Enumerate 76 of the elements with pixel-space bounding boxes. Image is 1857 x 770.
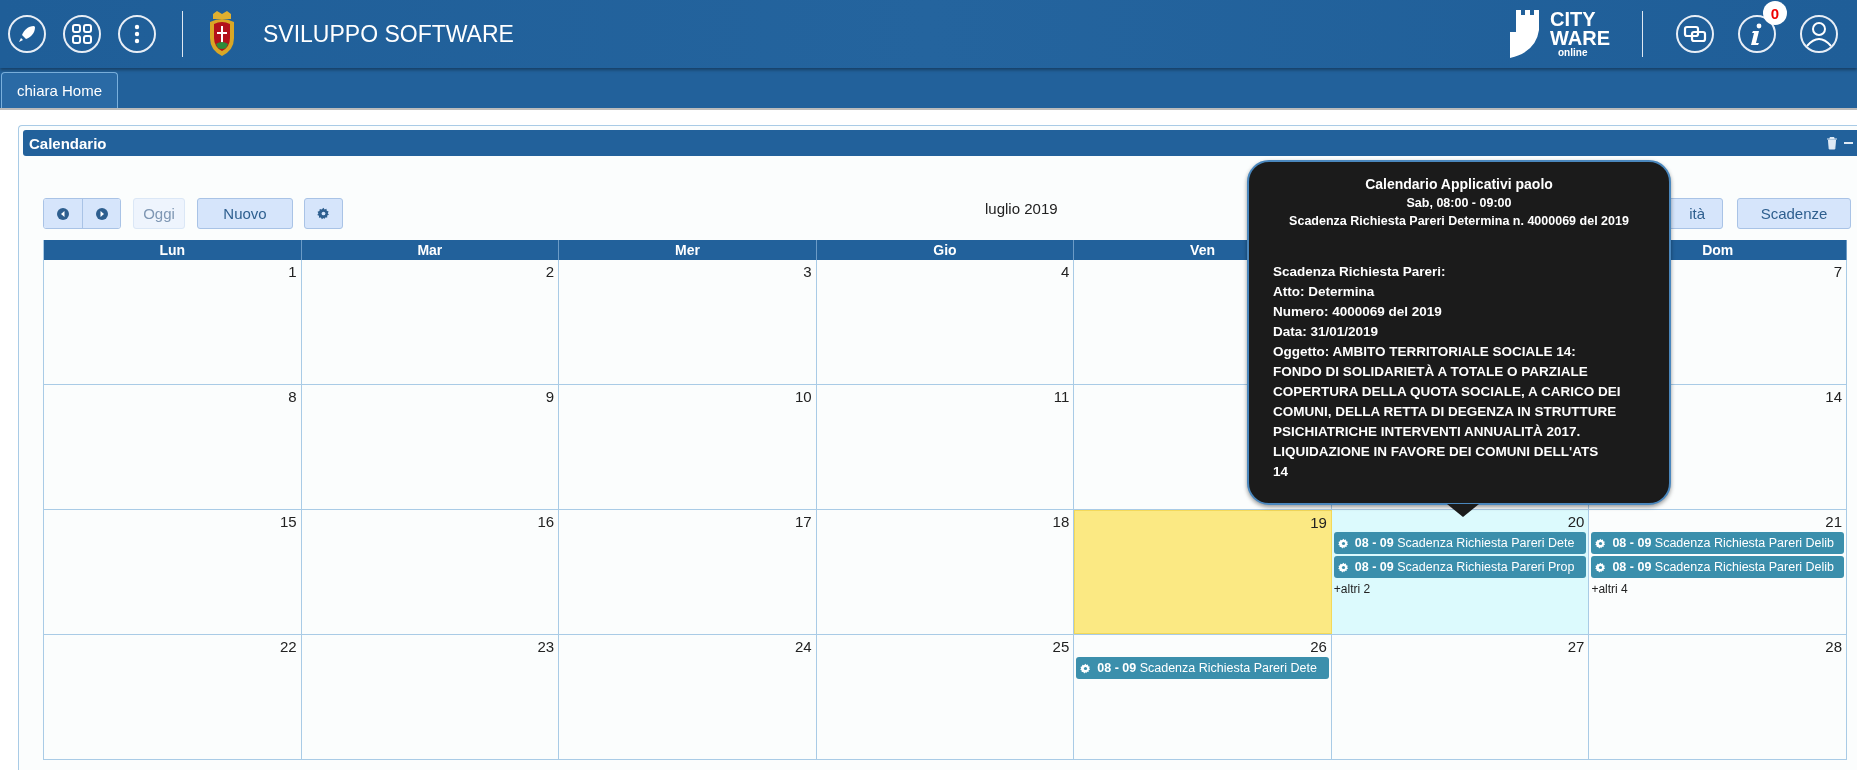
grid-icon[interactable] [62, 14, 102, 54]
weekday-header: Mar [417, 242, 443, 258]
windows-icon[interactable] [1675, 14, 1715, 54]
calendar-event[interactable]: 08 - 09 Scadenza Richiesta Pareri Prop [1333, 556, 1587, 578]
day-number: 16 [537, 512, 555, 530]
day-number: 2 [545, 262, 555, 280]
day-number: 20 [1567, 512, 1585, 530]
weekday-header: Lun [159, 242, 186, 258]
day-number: 22 [279, 637, 297, 655]
calendar-event[interactable]: 08 - 09 Scadenza Richiesta Pareri Delib [1591, 532, 1844, 554]
day-number: 4 [1060, 262, 1070, 280]
day-number: 11 [1053, 387, 1070, 405]
day-number: 27 [1567, 637, 1585, 655]
gear-icon [1595, 537, 1607, 549]
tooltip-line: FONDO DI SOLIDARIETÀ A TOTALE O PARZIALE [1273, 363, 1589, 381]
gear-icon [1337, 537, 1349, 549]
day-number: 21 [1825, 512, 1842, 530]
view-button[interactable]: Scadenze [1737, 198, 1851, 229]
calendar-event[interactable]: 08 - 09 Scadenza Richiesta Pareri Delib [1591, 556, 1844, 578]
more-link[interactable]: +altri 2 [1333, 582, 1371, 596]
day-number: 17 [795, 512, 812, 530]
tooltip-line: 14 [1273, 463, 1290, 481]
day-number: 7 [1833, 262, 1842, 280]
day-number: 25 [1052, 637, 1070, 655]
day-number: 19 [1310, 513, 1327, 531]
day-cell[interactable]: 20 08 - 09 Scadenza Richiesta Pareri Dete 08 - 09 Scadenza Richiesta Pareri Prop +altri 2 [1331, 510, 1590, 634]
day-number: 15 [279, 512, 297, 530]
day-number: 24 [795, 637, 812, 655]
tooltip-line: COMUNI, DELLA RETTA DI DEGENZA IN STRUTTURE [1273, 403, 1618, 421]
weekday-header: Mer [674, 242, 700, 258]
day-number: 26 [1310, 637, 1327, 655]
new-button[interactable]: Nuovo [197, 198, 293, 229]
day-number: 10 [795, 387, 812, 405]
tooltip-title: Calendario Applicativi paolo [1364, 176, 1554, 192]
day-number: 14 [1825, 387, 1842, 405]
rocket-icon[interactable] [7, 14, 47, 54]
day-number: 23 [537, 637, 555, 655]
tooltip-line: Data: 31/01/2019 [1273, 323, 1380, 341]
panel-title: Calendario [29, 134, 107, 152]
weekday-header: Gio [933, 242, 957, 258]
tooltip-line: Numero: 4000069 del 2019 [1273, 303, 1443, 321]
tooltip-time: Sab, 08:00 - 09:00 [1405, 196, 1513, 210]
previous-button[interactable] [44, 199, 82, 228]
app-title: SVILUPPO SOFTWARE [263, 20, 514, 48]
gear-icon [1080, 662, 1092, 674]
tooltip-line: Atto: Determina [1273, 283, 1376, 301]
day-number: 3 [803, 262, 812, 280]
crest-icon [208, 10, 236, 58]
tooltip-line: PSICHIATRICHE INTERVENTI ANNUALITÀ 2017. [1273, 423, 1582, 441]
day-cell[interactable]: 19 [1074, 510, 1332, 634]
period-title: luglio 2019 [985, 200, 1058, 217]
tooltip-line: Oggetto: AMBITO TERRITORIALE SOCIALE 14: [1273, 343, 1577, 361]
tooltip-line: LIQUIDAZIONE IN FAVORE DEI COMUNI DELL'ATS [1273, 443, 1600, 461]
day-number: 28 [1825, 637, 1842, 655]
user-icon[interactable] [1799, 14, 1839, 54]
gear-icon [1595, 561, 1607, 573]
weekday-header: Dom [1702, 242, 1734, 258]
calendar-event[interactable]: 08 - 09 Scadenza Richiesta Pareri Dete [1333, 532, 1587, 554]
calendar-event[interactable]: 08 - 09 Scadenza Richiesta Pareri Dete [1076, 657, 1329, 679]
gear-icon [1337, 561, 1349, 573]
brand-logo: CITY WARE online [1506, 8, 1610, 60]
tooltip-line: Scadenza Richiesta Pareri: [1273, 263, 1447, 281]
next-button[interactable] [82, 199, 120, 228]
tab[interactable]: chiara Home [1, 72, 119, 108]
trash-icon[interactable] [1826, 136, 1838, 150]
day-number: 9 [545, 387, 555, 405]
notification-badge: 0 [1763, 1, 1787, 25]
day-number: 1 [288, 262, 297, 280]
gear-icon [317, 207, 330, 220]
day-number: 8 [288, 387, 297, 405]
tooltip-line: COPERTURA DELLA QUOTA SOCIALE, A CARICO DEI [1273, 383, 1622, 401]
more-icon[interactable] [117, 14, 157, 54]
more-link[interactable]: +altri 4 [1591, 582, 1628, 596]
weekday-header: Ven [1190, 242, 1215, 258]
settings-button[interactable] [304, 198, 343, 229]
day-number: 18 [1052, 512, 1070, 530]
